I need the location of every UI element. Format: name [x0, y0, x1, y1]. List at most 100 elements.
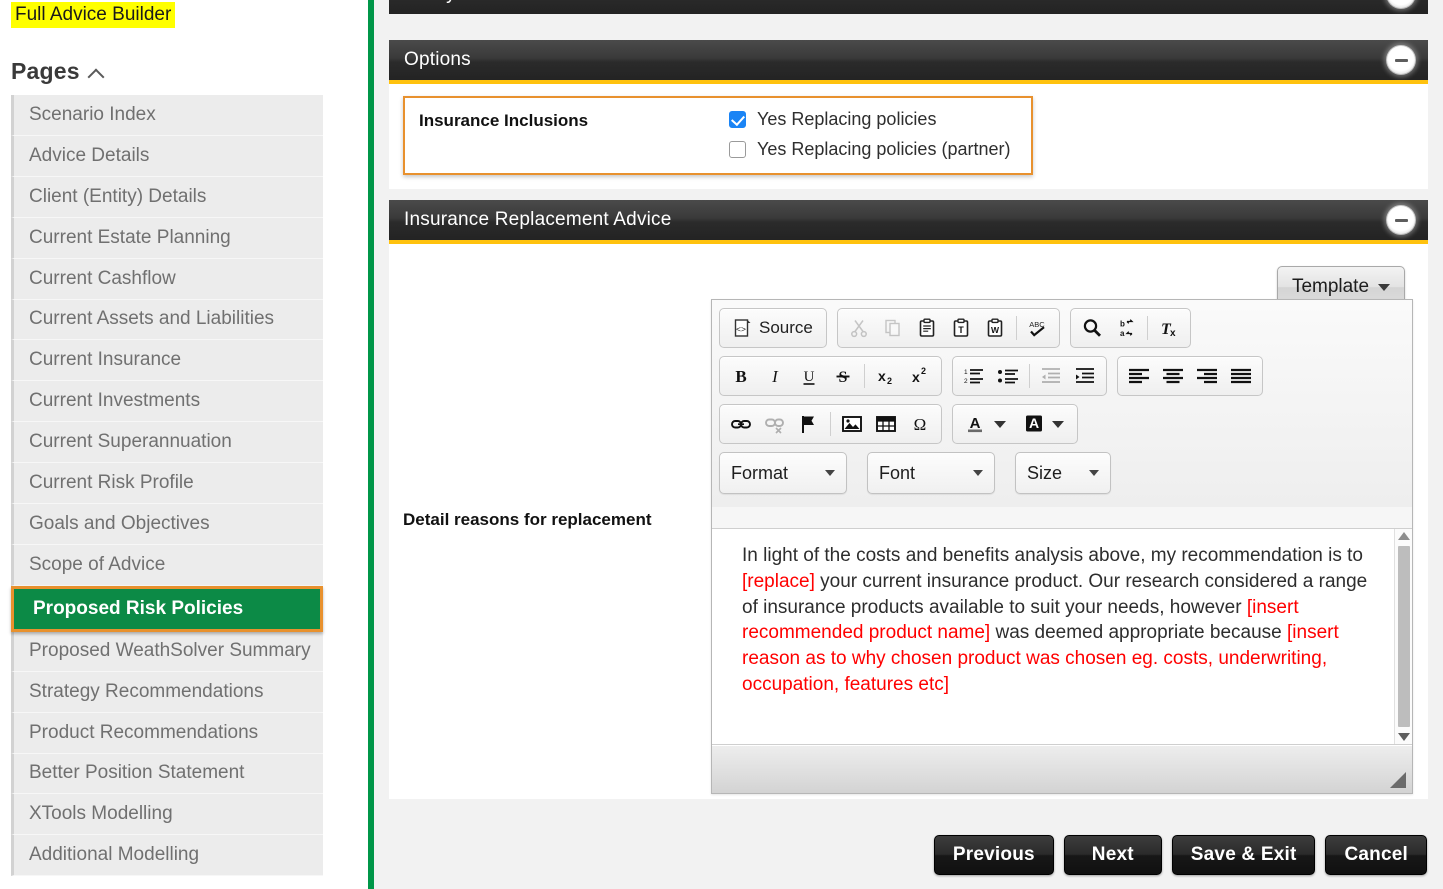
editor-editable-body[interactable]: In light of the costs and benefits analy… — [712, 529, 1394, 744]
editor-toolbar-row-4: Format Font Size — [719, 452, 1405, 494]
insurance-inclusion-checkbox-row[interactable]: Yes Replacing policies — [729, 109, 1010, 130]
find-icon[interactable] — [1075, 312, 1109, 344]
replace-icon[interactable]: ba — [1109, 312, 1143, 344]
scrollbar-thumb[interactable] — [1397, 546, 1410, 727]
format-select[interactable]: Format — [719, 452, 847, 494]
editor-toolbar-group-colors: A A — [952, 404, 1078, 444]
editor-scrollbar[interactable] — [1394, 529, 1412, 744]
next-button[interactable]: Next — [1063, 835, 1162, 875]
svg-text:W: W — [991, 325, 1000, 335]
sidebar-item-goals-and-objectives[interactable]: Goals and Objectives — [11, 504, 323, 545]
paste-icon[interactable] — [910, 312, 944, 344]
sidebar-item-current-assets-and-liabilities[interactable]: Current Assets and Liabilities — [11, 300, 323, 340]
bulleted-list-icon[interactable] — [991, 360, 1025, 392]
chevron-up-icon[interactable] — [90, 67, 103, 80]
resize-grip-icon[interactable] — [1390, 772, 1406, 788]
svg-text:I: I — [771, 367, 779, 386]
size-select[interactable]: Size — [1015, 452, 1111, 494]
panel-insurance-replacement-advice-body: Detail reasons for replacement Template … — [389, 244, 1428, 799]
spell-check-icon[interactable]: ABC — [1021, 312, 1055, 344]
italic-icon[interactable]: I — [758, 360, 792, 392]
save-and-exit-button[interactable]: Save & Exit — [1171, 835, 1316, 875]
panel-insurance-replacement-advice-header[interactable]: Insurance Replacement Advice — [389, 200, 1428, 240]
table-icon[interactable] — [869, 408, 903, 440]
scroll-down-arrow-icon[interactable] — [1397, 733, 1410, 741]
numbered-list-icon[interactable]: 12 — [957, 360, 991, 392]
anchor-icon[interactable] — [792, 408, 826, 440]
panel-policy-recommendations-header[interactable]: Policy Recommendations — [389, 0, 1428, 14]
checkbox-unchecked-icon[interactable] — [729, 141, 746, 158]
sidebar-item-label: Goals and Objectives — [29, 513, 210, 534]
strikethrough-icon[interactable]: S — [826, 360, 860, 392]
template-button-label: Template — [1291, 276, 1370, 297]
sidebar-item-proposed-weathsolver-summary[interactable]: Proposed WeathSolver Summary — [11, 632, 323, 672]
remove-format-icon[interactable]: Tx — [1152, 312, 1186, 344]
background-color-icon[interactable]: A — [1015, 408, 1073, 440]
sidebar-item-xtools-modelling[interactable]: XTools Modelling — [11, 794, 323, 835]
justify-icon[interactable] — [1224, 360, 1258, 392]
special-character-icon[interactable]: Ω — [903, 408, 937, 440]
sidebar-item-label: Current Investments — [29, 390, 201, 411]
sidebar-item-advice-details[interactable]: Advice Details — [11, 136, 323, 177]
minus-circle-icon[interactable] — [1386, 205, 1416, 235]
superscript-icon[interactable]: x2 — [903, 360, 937, 392]
align-center-icon[interactable] — [1156, 360, 1190, 392]
sidebar-item-current-superannuation[interactable]: Current Superannuation — [11, 422, 323, 463]
align-left-icon[interactable] — [1122, 360, 1156, 392]
sidebar-item-product-recommendations[interactable]: Product Recommendations — [11, 713, 323, 754]
sidebar-item-client-entity-details[interactable]: Client (Entity) Details — [11, 177, 323, 218]
sidebar-item-label: Proposed WeathSolver Summary — [29, 640, 311, 661]
toolbar-separator — [864, 364, 865, 388]
sidebar-item-scope-of-advice[interactable]: Scope of Advice — [11, 545, 323, 586]
minus-circle-icon[interactable] — [1386, 45, 1416, 75]
sidebar-item-current-risk-profile[interactable]: Current Risk Profile — [11, 463, 323, 504]
cancel-button[interactable]: Cancel — [1325, 835, 1427, 875]
subscript-icon[interactable]: x2 — [869, 360, 903, 392]
sidebar-item-strategy-recommendations[interactable]: Strategy Recommendations — [11, 672, 323, 713]
bold-icon[interactable]: B — [724, 360, 758, 392]
source-icon[interactable]: <> Source — [724, 312, 822, 344]
insurance-inclusion-checkbox-row[interactable]: Yes Replacing policies (partner) — [729, 139, 1010, 160]
svg-text:2: 2 — [964, 378, 968, 385]
decrease-indent-icon — [1034, 360, 1068, 392]
text-color-icon[interactable]: A — [957, 408, 1015, 440]
copy-icon — [876, 312, 910, 344]
restore-square-icon[interactable] — [1386, 0, 1416, 9]
sidebar-item-current-estate-planning[interactable]: Current Estate Planning — [11, 218, 323, 259]
sidebar-item-label: Product Recommendations — [29, 722, 259, 743]
sidebar-item-additional-modelling[interactable]: Additional Modelling — [11, 835, 323, 876]
font-select-label: Font — [879, 462, 916, 483]
increase-indent-icon[interactable] — [1068, 360, 1102, 392]
previous-button[interactable]: Previous — [933, 835, 1054, 875]
size-select-label: Size — [1027, 462, 1063, 483]
sidebar-item-current-investments[interactable]: Current Investments — [11, 381, 323, 422]
pages-list: Scenario Index Advice Details Client (Enti… — [11, 95, 323, 876]
pages-section-header[interactable]: Pages — [11, 58, 103, 85]
insurance-inclusions-checkbox-group: Yes Replacing policies Yes Replacing poli… — [729, 109, 1010, 160]
sidebar-item-better-position-statement[interactable]: Better Position Statement — [11, 754, 323, 794]
paste-from-word-icon[interactable]: W — [978, 312, 1012, 344]
underline-icon[interactable]: U — [792, 360, 826, 392]
editor-paragraph: In light of the costs and benefits analy… — [742, 543, 1374, 698]
app-title-container: Full Advice Builder — [11, 2, 176, 28]
svg-text:T: T — [958, 325, 964, 335]
rich-text-editor: <> Source T W ABC b a T x B I U S x 2 x … — [711, 299, 1413, 794]
font-select[interactable]: Font — [867, 452, 995, 494]
cut-icon — [842, 312, 876, 344]
sidebar-item-current-cashflow[interactable]: Current Cashflow — [11, 259, 323, 300]
sidebar-item-label: Current Estate Planning — [29, 227, 231, 248]
scroll-up-arrow-icon[interactable] — [1397, 532, 1410, 540]
sidebar-item-current-insurance[interactable]: Current Insurance — [11, 340, 323, 381]
caret-down-icon — [1378, 283, 1391, 291]
align-right-icon[interactable] — [1190, 360, 1224, 392]
sidebar-item-scenario-index[interactable]: Scenario Index — [11, 95, 323, 136]
paste-as-plain-text-icon[interactable]: T — [944, 312, 978, 344]
app-title: Full Advice Builder — [11, 2, 176, 28]
checkbox-checked-icon[interactable] — [729, 111, 746, 128]
sidebar-item-label: Strategy Recommendations — [29, 681, 264, 702]
link-icon[interactable] — [724, 408, 758, 440]
editor-text-run: was deemed appropriate because — [990, 622, 1287, 644]
panel-options-header[interactable]: Options — [389, 40, 1428, 80]
sidebar-item-proposed-risk-policies[interactable]: Proposed Risk Policies — [11, 586, 323, 632]
image-icon[interactable] — [835, 408, 869, 440]
